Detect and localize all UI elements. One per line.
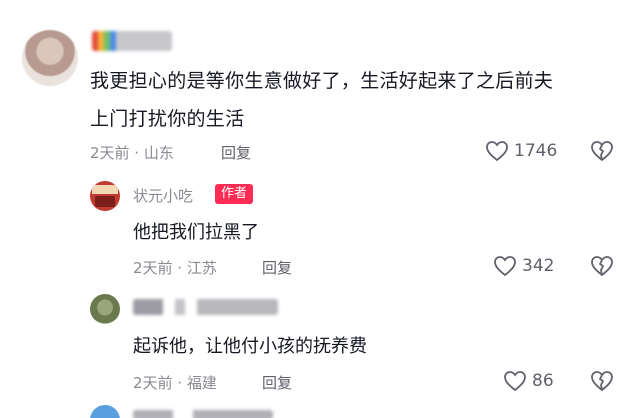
dislike-button[interactable] (590, 370, 614, 396)
avatar[interactable] (90, 405, 120, 418)
like-count: 342 (522, 256, 555, 276)
heart-outline-icon (494, 256, 516, 277)
avatar[interactable] (90, 294, 120, 324)
reply-button[interactable]: 回复 (262, 257, 292, 278)
like-button[interactable]: 342 (493, 255, 554, 277)
author-badge: 作者 (215, 184, 254, 204)
heart-outline-icon (486, 141, 508, 162)
shop-door (95, 196, 115, 207)
dislike-button[interactable] (590, 255, 614, 281)
comment-text: 上门打扰你的生活 (90, 108, 245, 130)
shop-sign (92, 185, 118, 194)
comment-text: 我更担心的是等你生意做好了，生活好起来了之后前夫 (90, 70, 554, 92)
reply-text: 他把我们拉黑了 (133, 222, 259, 243)
reply-text: 起诉他，让他付小孩的抚养费 (133, 336, 367, 357)
like-count: 1746 (514, 141, 558, 161)
reply-author[interactable]: 状元小吃 (133, 185, 193, 206)
heart-outline-icon (504, 371, 526, 392)
like-count: 86 (532, 371, 554, 391)
broken-heart-icon (591, 141, 613, 161)
like-button[interactable]: 86 (503, 370, 554, 392)
username-blurred[interactable] (133, 410, 273, 418)
like-button[interactable]: 1746 (485, 140, 557, 162)
reply-button[interactable]: 回复 (262, 372, 292, 393)
author-avatar[interactable] (90, 181, 120, 211)
avatar[interactable] (22, 30, 78, 86)
reply-meta: 2天前 · 江苏 (133, 259, 217, 277)
broken-heart-icon (591, 256, 613, 276)
reply-button[interactable]: 回复 (221, 142, 251, 163)
comment-meta: 2天前 · 山东 (90, 144, 174, 162)
username-blurred[interactable] (92, 31, 172, 51)
username-blurred[interactable] (133, 299, 278, 315)
reply-meta: 2天前 · 福建 (133, 374, 217, 392)
broken-heart-icon (591, 371, 613, 391)
dislike-button[interactable] (590, 140, 614, 166)
